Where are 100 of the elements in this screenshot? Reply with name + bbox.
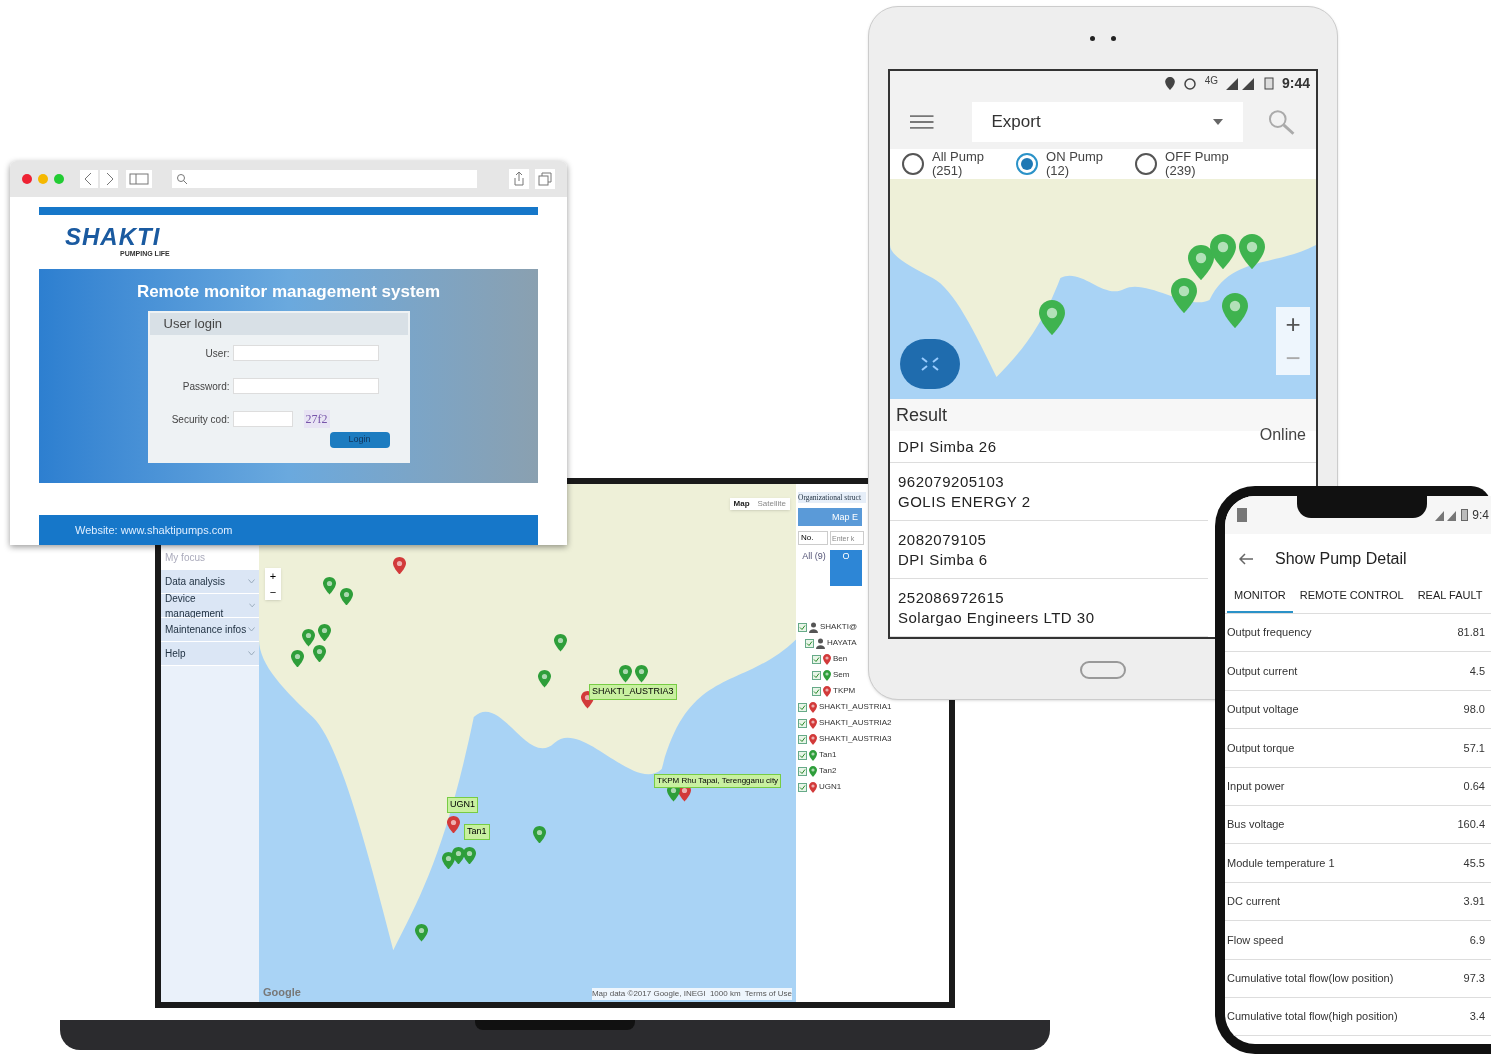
back-arrow-icon[interactable] — [1239, 553, 1253, 565]
map-marker-icon[interactable] — [634, 665, 648, 683]
forward-icon[interactable] — [100, 170, 118, 188]
checkbox[interactable] — [812, 654, 821, 664]
map-marker-icon[interactable] — [823, 685, 831, 697]
map-marker-icon[interactable] — [809, 717, 817, 729]
map-marker-icon[interactable] — [318, 623, 332, 642]
input-field[interactable] — [232, 378, 379, 394]
tree-item[interactable]: Tan1 — [819, 749, 837, 762]
tree-item[interactable]: SHAKTI@ — [820, 621, 857, 634]
pump-filter-radio[interactable]: OFF Pump (239) — [1135, 150, 1229, 178]
detail-row: DC current 3.91 — [1225, 882, 1491, 922]
tree-item[interactable]: Tan2 — [819, 765, 837, 778]
search-icon[interactable] — [1266, 108, 1296, 136]
detail-row: Flow speed 6.9 — [1225, 921, 1491, 960]
map-marker-icon[interactable] — [301, 629, 315, 647]
tree-item[interactable]: SHAKTI_AUSTRIA3 — [819, 733, 892, 746]
tree-item[interactable]: UGN1 — [819, 781, 842, 794]
result-item[interactable]: 962079205103 GOLIS ENERGY 2 — [890, 463, 1208, 521]
map-marker-icon[interactable] — [538, 670, 552, 688]
sidebar-item[interactable]: Data analysis — [161, 570, 259, 594]
map-marker-icon[interactable] — [1171, 278, 1198, 314]
detail-row: Cumulative total flow(high position) 3.4 — [1225, 997, 1491, 1037]
menu-icon[interactable] — [910, 114, 934, 130]
logo: SHAKTI — [65, 224, 162, 249]
map-type-tab[interactable]: Satellite — [753, 498, 790, 510]
sidebar-item[interactable]: Device management — [161, 594, 259, 618]
checkbox[interactable] — [798, 718, 807, 728]
result-item[interactable]: 252086972615 Solargao Engineers LTD 30 — [890, 579, 1208, 637]
checkbox[interactable] — [798, 622, 807, 632]
share-icon[interactable] — [509, 169, 529, 189]
map-marker-icon[interactable] — [809, 765, 817, 777]
filter-tab[interactable]: O — [830, 550, 862, 587]
zoom-in-button[interactable]: + — [1276, 307, 1310, 341]
checkbox[interactable] — [798, 702, 807, 712]
checkbox[interactable] — [798, 734, 807, 744]
pump-filter-radio[interactable]: ON Pump (12) — [1016, 150, 1104, 178]
map-marker-icon[interactable] — [809, 733, 817, 745]
checkbox[interactable] — [798, 782, 807, 792]
input-field[interactable] — [232, 411, 293, 427]
checkbox[interactable] — [812, 686, 821, 696]
sidebar-item[interactable]: Maintenance infos — [161, 618, 259, 642]
map-marker-icon[interactable] — [441, 851, 455, 870]
export-dropdown[interactable]: Export — [971, 102, 1243, 142]
input-field[interactable] — [232, 345, 379, 361]
tree-item[interactable]: Ben — [833, 653, 848, 666]
tab[interactable]: MONITOR — [1227, 584, 1293, 613]
map-type-tab[interactable]: Map — [729, 498, 754, 510]
map-marker-icon[interactable] — [1209, 234, 1236, 270]
map-marker-icon[interactable] — [312, 644, 326, 663]
field-label: Security cod: — [170, 412, 230, 427]
chevron-down-icon — [248, 627, 255, 632]
checkbox[interactable] — [798, 750, 807, 760]
zoom-in-button[interactable]: + — [265, 568, 281, 584]
tree-item[interactable]: HAYATA — [827, 637, 857, 650]
tree-item[interactable]: TKPM — [833, 685, 856, 698]
map-marker-icon[interactable] — [618, 665, 632, 683]
chevron-down-icon — [248, 603, 255, 608]
tree-item[interactable]: Sem — [833, 669, 850, 682]
map-marker-icon[interactable] — [339, 587, 353, 606]
pump-filter-radio[interactable]: All Pump (251) — [902, 150, 985, 178]
map-marker-icon[interactable] — [1239, 234, 1266, 270]
zoom-out-button[interactable]: − — [265, 584, 281, 600]
tree-item[interactable]: SHAKTI_AUSTRIA1 — [819, 701, 892, 714]
search-icon — [176, 173, 188, 185]
map-marker-icon[interactable] — [809, 701, 817, 713]
select-field[interactable]: No. — [798, 531, 828, 546]
map-marker-icon[interactable] — [452, 846, 466, 865]
map-marker-icon[interactable] — [532, 825, 546, 844]
map-marker-icon[interactable] — [823, 653, 831, 665]
result-item[interactable]: 2082079105 DPI Simba 6 — [890, 521, 1208, 579]
map-marker-icon[interactable] — [823, 669, 831, 681]
map-marker-icon[interactable] — [323, 577, 337, 595]
tree-item[interactable]: SHAKTI_AUSTRIA2 — [819, 717, 892, 730]
map-marker-icon[interactable] — [414, 924, 428, 942]
home-button[interactable] — [1080, 661, 1126, 679]
detail-row: Output voltage 98.0 — [1225, 690, 1491, 730]
tabs-icon[interactable] — [535, 169, 555, 189]
tab[interactable]: REAL FAULT — [1410, 584, 1490, 613]
battery-icon — [1263, 76, 1274, 90]
checkbox[interactable] — [798, 766, 807, 776]
field-label: Password: — [181, 379, 230, 394]
map-marker-icon[interactable] — [1222, 293, 1249, 329]
checkbox[interactable] — [812, 670, 821, 680]
map-marker-icon[interactable] — [463, 846, 477, 865]
map-marker-icon[interactable] — [1188, 245, 1215, 281]
sidebar-icon[interactable] — [126, 170, 152, 188]
map-marker-icon[interactable] — [809, 749, 817, 761]
map-label: UGN1 — [447, 797, 478, 813]
map-marker-icon[interactable] — [1039, 300, 1066, 336]
tab[interactable]: REMOTE CONTROL — [1292, 584, 1411, 613]
checkbox[interactable] — [805, 638, 814, 648]
map-marker-icon[interactable] — [393, 556, 407, 575]
back-icon[interactable] — [80, 170, 98, 188]
sidebar-item[interactable]: Help — [161, 642, 259, 666]
map-marker-icon[interactable] — [809, 781, 817, 793]
map-marker-icon[interactable] — [554, 634, 568, 652]
map-marker-icon[interactable] — [446, 815, 460, 834]
user-icon — [809, 621, 818, 633]
map-marker-icon[interactable] — [291, 649, 305, 668]
